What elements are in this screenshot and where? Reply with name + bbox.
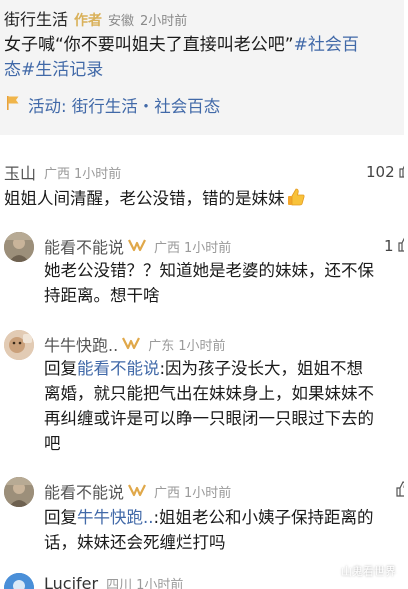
comment-text-line: 持距离。想干啥 (44, 286, 160, 305)
comment-header: 牛牛快跑.. 广东 1小时前 (44, 332, 225, 356)
comment-header: Lucifer 四川 1小时前 (44, 574, 183, 589)
comment-header: 能看不能说 广西 1小时前 (44, 234, 231, 258)
comment-text-line: :因为孩子没长大，姐姐不想 (159, 359, 364, 378)
comment-text: 姐姐人间清醒，老公没错，错的是妹妹 (4, 186, 306, 214)
avatar[interactable] (4, 232, 34, 262)
comment-header: 玉山 广西 1小时前 (4, 160, 121, 184)
like-count: 1 (384, 237, 394, 255)
vip-badge-icon (128, 482, 146, 501)
watermark: 山鬼看世界 (326, 563, 396, 579)
watermark-text: 山鬼看世界 (341, 565, 396, 578)
comment-text-line: 她老公没错？？知道她是老婆的妹妹，还不保 (44, 261, 374, 280)
thumbs-up-icon (286, 187, 306, 214)
post-time: 2小时前 (140, 14, 188, 29)
comment-time: 1小时前 (184, 485, 232, 501)
comment-text: 她老公没错？？知道她是老婆的妹妹，还不保 持距离。想干啥 (44, 258, 374, 308)
mention-link[interactable]: 能看不能说 (77, 359, 160, 378)
comment-time: 1小时前 (74, 166, 122, 182)
avatar[interactable] (4, 573, 34, 589)
comment-region: 广西 (44, 166, 71, 182)
comment-author[interactable]: 能看不能说 (44, 479, 124, 503)
reply-prefix: 回复 (44, 508, 77, 527)
like-button[interactable]: 1 (384, 236, 404, 256)
right-edge (404, 0, 408, 589)
post-header: 街行生活 作者 安徽 2小时前 (4, 6, 188, 29)
comment-region: 广西 (154, 240, 181, 256)
comment-text-line: 吧 (44, 434, 61, 453)
comment-text-line: :姐姐老公和小姨子保持距离的 (153, 508, 374, 527)
comment-time: 1小时前 (178, 338, 226, 354)
comment-text-line: 再纠缠或许是可以睁一只眼闭一只眼过下去的 (44, 409, 374, 428)
comment-text-line: 话，妹妹还会死缠烂打吗 (44, 533, 226, 552)
avatar[interactable] (4, 477, 34, 507)
reply-prefix: 回复 (44, 359, 77, 378)
post-card[interactable]: 街行生活 作者 安徽 2小时前 女子喊“你不要叫姐夫了直接叫老公吧”#社会百 态#生活… (0, 0, 404, 135)
comment-region: 四川 (106, 578, 133, 589)
activity-label: 活动: 街行生活・社会百态 (28, 97, 221, 116)
like-button[interactable]: 102 (366, 162, 404, 182)
activity-link[interactable]: 活动: 街行生活・社会百态 (6, 92, 220, 118)
post-text-line1: 女子喊“你不要叫姐夫了直接叫老公吧” (4, 35, 294, 55)
watermark-logo-icon (326, 563, 338, 579)
flag-icon (6, 95, 20, 115)
comment-region: 广东 (148, 338, 175, 354)
hashtag-link[interactable]: #社会百 (294, 35, 359, 55)
comment-text-line: 离婚，就只能把气出在妹妹身上，如果妹妹不 (44, 384, 374, 403)
comment-text: 回复能看不能说:因为孩子没长大，姐姐不想 离婚，就只能把气出在妹妹身上，如果妹妹… (44, 356, 374, 456)
vip-badge-icon (128, 237, 146, 256)
post-author-name[interactable]: 街行生活 (4, 10, 68, 29)
comment-author[interactable]: 玉山 (4, 160, 36, 184)
like-count: 102 (366, 163, 395, 181)
comment-header: 能看不能说 广西 1小时前 (44, 479, 231, 503)
comment-author[interactable]: 能看不能说 (44, 234, 124, 258)
post-location: 安徽 (108, 14, 135, 29)
comment-text-content: 姐姐人间清醒，老公没错，错的是妹妹 (4, 189, 285, 208)
avatar[interactable] (4, 330, 34, 360)
comment-author[interactable]: Lucifer (44, 574, 98, 589)
comment-time: 1小时前 (184, 240, 232, 256)
comment-author[interactable]: 牛牛快跑.. (44, 332, 118, 356)
mention-link[interactable]: 牛牛快跑.. (77, 508, 154, 527)
comment-region: 广西 (154, 485, 181, 501)
post-body: 女子喊“你不要叫姐夫了直接叫老公吧”#社会百 态#生活记录 (4, 33, 404, 83)
hashtag-link-cont[interactable]: 态#生活记录 (4, 60, 103, 80)
comment-thread: 街行生活 作者 安徽 2小时前 女子喊“你不要叫姐夫了直接叫老公吧”#社会百 态#生活… (0, 0, 405, 589)
comment-time: 1小时前 (136, 578, 184, 589)
author-badge: 作者 (74, 13, 103, 29)
vip-badge-icon (122, 335, 141, 354)
comment-text: 回复牛牛快跑..:姐姐老公和小姨子保持距离的 话，妹妹还会死缠烂打吗 (44, 505, 374, 555)
